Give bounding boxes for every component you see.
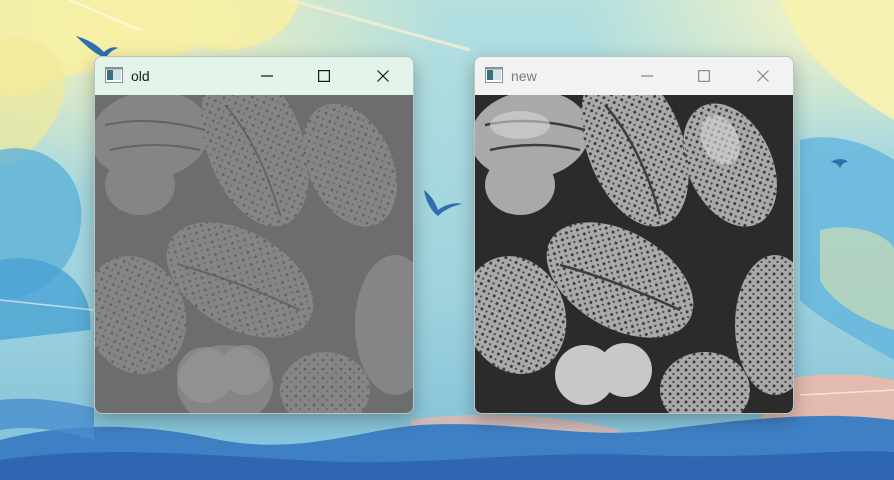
image-canvas-new [475, 95, 793, 413]
close-button[interactable] [740, 60, 786, 92]
window-title: old [131, 68, 150, 84]
app-window-icon [485, 67, 503, 83]
close-button[interactable] [360, 60, 406, 92]
maximize-icon [318, 70, 330, 82]
image-window-new[interactable]: new [474, 56, 794, 414]
image-canvas-old [95, 95, 413, 413]
maximize-button[interactable] [681, 60, 727, 92]
title-bar[interactable]: new [475, 57, 793, 95]
maximize-button[interactable] [301, 60, 347, 92]
close-icon [377, 70, 389, 82]
minimize-icon [261, 75, 273, 77]
pollen-image [95, 95, 413, 413]
close-icon [757, 70, 769, 82]
maximize-icon [698, 70, 710, 82]
app-window-icon [105, 67, 123, 83]
minimize-button[interactable] [244, 60, 290, 92]
minimize-icon [641, 75, 653, 77]
window-title: new [511, 68, 537, 84]
image-window-old[interactable]: old [94, 56, 414, 414]
minimize-button[interactable] [624, 60, 670, 92]
title-bar[interactable]: old [95, 57, 413, 95]
pollen-image [475, 95, 793, 413]
